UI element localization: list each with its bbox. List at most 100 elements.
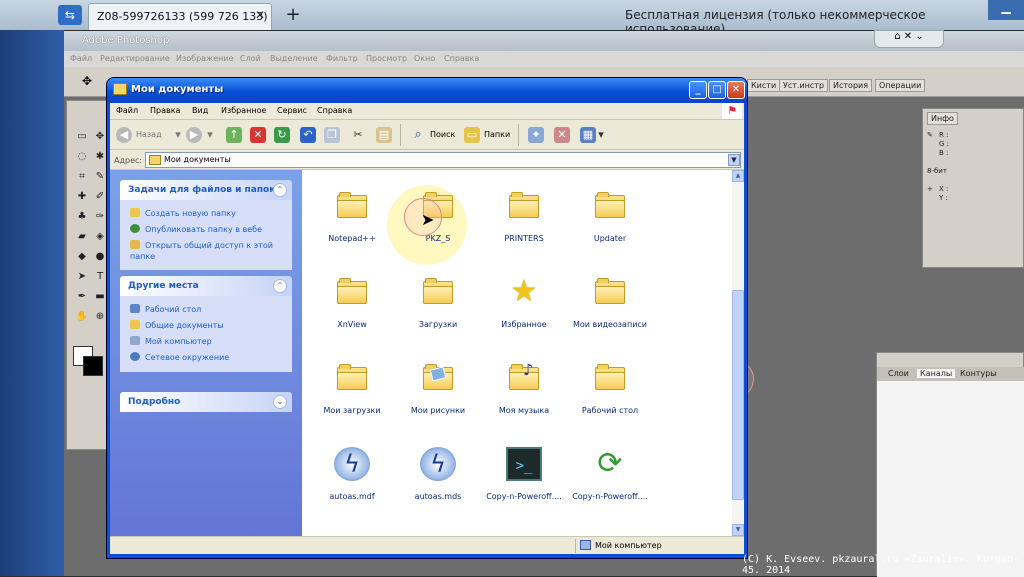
file-item[interactable]: ⟳ Copy-n-Poweroff....	[567, 442, 653, 512]
file-tasks-header[interactable]: Задачи для файлов и папок ⌃	[120, 180, 292, 200]
vertical-scrollbar[interactable]: ▲ ▼	[732, 170, 744, 536]
undo-icon[interactable]: ↶	[300, 127, 316, 143]
collapse-icon[interactable]: ⌃	[273, 183, 287, 197]
session-tab[interactable]: Z08-599726133 (599 726 133) ✕	[88, 3, 272, 30]
move-tool-icon[interactable]: ✥	[82, 74, 92, 88]
tab-history[interactable]: История	[829, 79, 873, 92]
marquee-tool-icon[interactable]: ▭	[75, 131, 89, 143]
brush-tool-icon[interactable]: ✐	[93, 191, 107, 203]
dodge-tool-icon[interactable]: ●	[93, 251, 107, 263]
path-select-icon[interactable]: ➤	[75, 271, 89, 283]
collapse-icon[interactable]: ⌃	[273, 279, 287, 293]
search-icon[interactable]: ⌕	[410, 127, 426, 143]
file-item[interactable]: PRINTERS	[481, 184, 567, 254]
minimize-button[interactable]: _	[689, 81, 707, 99]
file-item[interactable]: XnView	[309, 270, 395, 340]
expand-icon[interactable]: ⌄	[273, 395, 287, 409]
chevron-down-icon[interactable]: ▾	[597, 127, 605, 143]
file-item[interactable]: Загрузки	[395, 270, 481, 340]
file-item[interactable]: Мои видеозаписи	[567, 270, 653, 340]
task-share-folder[interactable]: Открыть общий доступ к этой папке	[130, 240, 280, 262]
file-item[interactable]: Updater	[567, 184, 653, 254]
close-button[interactable]: ✕	[727, 81, 745, 99]
scroll-down-button[interactable]: ▼	[732, 524, 744, 536]
copy-to-icon[interactable]: ✕	[554, 127, 570, 143]
crop-tool-icon[interactable]: ⌗	[75, 171, 89, 183]
ps-menu-help[interactable]: Справка	[444, 54, 479, 63]
folder-up-icon[interactable]: ↑	[226, 127, 242, 143]
chevron-down-icon[interactable]: ▾	[206, 127, 214, 143]
ps-menu-image[interactable]: Изображение	[176, 54, 234, 63]
place-network[interactable]: Сетевое окружение	[130, 352, 229, 363]
back-button-label[interactable]: Назад	[136, 130, 162, 139]
ps-menu-view[interactable]: Просмотр	[366, 54, 407, 63]
place-my-computer[interactable]: Мой компьютер	[130, 336, 212, 347]
place-desktop[interactable]: Рабочий стол	[130, 304, 201, 315]
ps-menu-filter[interactable]: Фильтр	[326, 54, 358, 63]
file-item[interactable]: Мои загрузки	[309, 356, 395, 426]
folders-icon[interactable]: ▭	[464, 127, 480, 143]
menu-file[interactable]: Файл	[116, 106, 138, 115]
wand-tool-icon[interactable]: ✱	[93, 151, 107, 163]
file-item[interactable]: Мои рисунки	[395, 356, 481, 426]
blur-tool-icon[interactable]: ◆	[75, 251, 89, 263]
scroll-thumb[interactable]	[732, 290, 744, 500]
ps-menu-file[interactable]: Файл	[70, 54, 92, 63]
details-header[interactable]: Подробно ⌄	[120, 392, 292, 412]
close-icon[interactable]: ✕	[255, 8, 265, 22]
place-shared-docs[interactable]: Общие документы	[130, 320, 224, 331]
maximize-button[interactable]: □	[708, 81, 726, 99]
scroll-up-button[interactable]: ▲	[732, 170, 744, 182]
explorer-titlebar[interactable]: Мои документы _ □ ✕	[107, 78, 747, 103]
menu-favorites[interactable]: Избранное	[221, 106, 266, 115]
paste-icon[interactable]: ▤	[376, 127, 392, 143]
folders-button-label[interactable]: Папки	[484, 130, 510, 139]
tab-actions[interactable]: Операции	[875, 79, 926, 92]
menu-tools[interactable]: Сервис	[277, 106, 307, 115]
file-item[interactable]: ★ Избранное	[481, 270, 567, 340]
file-item[interactable]: >_ Copy-n-Poweroff....	[481, 442, 567, 512]
tab-brushes[interactable]: Кисти	[747, 79, 781, 92]
tab-layers[interactable]: Слои	[885, 369, 912, 378]
views-icon[interactable]: ▦	[580, 127, 596, 143]
file-item[interactable]: ♪ Моя музыка	[481, 356, 567, 426]
new-tab-button[interactable]: +	[282, 4, 304, 26]
tab-info[interactable]: Инфо	[927, 112, 958, 125]
back-arrow-icon[interactable]: ◀	[116, 127, 132, 143]
menu-view[interactable]: Вид	[192, 106, 208, 115]
move-tool-icon[interactable]: ✥	[93, 131, 107, 143]
tab-channels[interactable]: Каналы	[917, 369, 956, 378]
tab-paths[interactable]: Контуры	[957, 369, 1000, 378]
bucket-tool-icon[interactable]: ◈	[93, 231, 107, 243]
healing-tool-icon[interactable]: ✚	[75, 191, 89, 203]
hand-tool-icon[interactable]: ✋	[75, 311, 89, 323]
teamviewer-logo-icon[interactable]: ⇆	[58, 5, 82, 25]
file-item[interactable]: Рабочий стол	[567, 356, 653, 426]
chevron-down-icon[interactable]: ▾	[174, 127, 182, 143]
forward-arrow-icon[interactable]: ▶	[186, 127, 202, 143]
ps-menu-select[interactable]: Выделение	[270, 54, 318, 63]
search-button-label[interactable]: Поиск	[430, 130, 455, 139]
remote-toolbar-handle[interactable]: ⌂ ✕ ⌄	[874, 30, 944, 48]
task-publish-web[interactable]: Опубликовать папку в вебе	[130, 224, 262, 235]
type-tool-icon[interactable]: T	[93, 271, 107, 283]
menu-help[interactable]: Справка	[317, 106, 352, 115]
ps-menu-layer[interactable]: Слой	[240, 54, 261, 63]
copy-icon[interactable]: ❐	[324, 127, 340, 143]
file-item[interactable]: ϟ autoas.mds	[395, 442, 481, 512]
pen-tool-icon[interactable]: ✒	[75, 291, 89, 303]
chevron-down-icon[interactable]: ▼	[728, 154, 740, 166]
task-new-folder[interactable]: Создать новую папку	[130, 208, 236, 219]
ps-menu-edit[interactable]: Редактирование	[100, 54, 170, 63]
refresh-icon[interactable]: ↻	[274, 127, 290, 143]
zoom-tool-icon[interactable]: ⊕	[93, 311, 107, 323]
slice-tool-icon[interactable]: ✎	[93, 171, 107, 183]
delete-icon[interactable]: ✕	[250, 127, 266, 143]
file-item[interactable]: ϟ autoas.mdf	[309, 442, 395, 512]
foreground-color-swatch[interactable]	[83, 356, 103, 376]
history-brush-icon[interactable]: ✑	[93, 211, 107, 223]
file-item[interactable]: Notepad++	[309, 184, 395, 254]
cut-icon[interactable]: ✂	[350, 127, 366, 143]
ps-menu-window[interactable]: Окно	[414, 54, 435, 63]
stamp-tool-icon[interactable]: ♣	[75, 211, 89, 223]
